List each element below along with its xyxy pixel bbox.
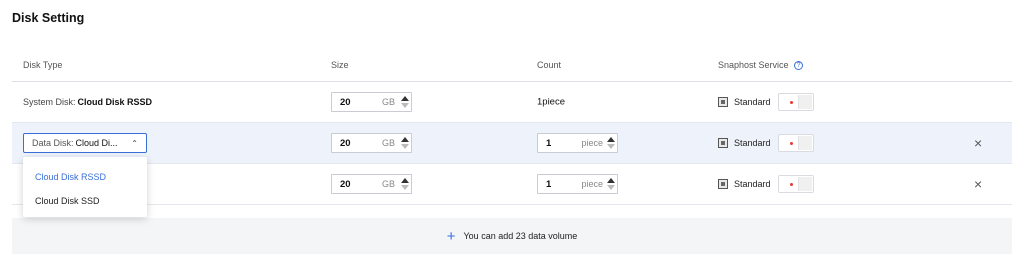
count-unit: piece	[581, 179, 603, 189]
toggle-dot	[789, 183, 793, 186]
increment-icon[interactable]	[607, 178, 615, 183]
size-cell: 20 GB	[331, 133, 412, 153]
snapshot-icon	[718, 179, 728, 189]
table-row: 20 GB 1 piece Standard ×	[12, 164, 1012, 205]
plus-icon: +	[446, 227, 456, 245]
dropdown-option-cloud-disk-rssd[interactable]: Cloud Disk RSSD	[23, 165, 147, 189]
snapshot-label: Standard	[734, 179, 771, 189]
table-row: Data Disk: Cloud Di... ⌃ 20 GB 1 piece St…	[12, 123, 1012, 164]
table-row: System Disk: Cloud Disk RSSD 20 GB 1piece…	[12, 82, 1012, 123]
snapshot-cell: Standard	[718, 134, 814, 152]
column-header-disk-type: Disk Type	[23, 60, 63, 70]
size-value[interactable]: 20	[332, 179, 354, 190]
data-disk-prefix: Data Disk:	[32, 138, 74, 148]
snapshot-toggle[interactable]	[777, 175, 814, 193]
system-disk-type-value: Cloud Disk RSSD	[77, 97, 153, 107]
decrement-icon[interactable]	[607, 144, 615, 149]
disk-type-cell: Data Disk: Cloud Di... ⌃	[23, 133, 147, 153]
add-data-volume-button[interactable]: + You can add 23 data volume	[12, 218, 1012, 254]
dropdown-option-cloud-disk-ssd[interactable]: Cloud Disk SSD	[23, 189, 147, 213]
snapshot-label: Standard	[734, 138, 771, 148]
column-header-snapshot: Snaphost Service ?	[718, 60, 804, 71]
size-stepper[interactable]: 20 GB	[331, 174, 412, 194]
system-disk-type: System Disk: Cloud Disk RSSD	[23, 97, 152, 107]
toggle-dot	[789, 101, 793, 104]
close-icon[interactable]: ×	[974, 177, 982, 191]
close-icon[interactable]: ×	[974, 136, 982, 150]
column-header-size: Size	[331, 60, 349, 70]
size-unit: GB	[381, 97, 395, 107]
disk-type-dropdown: Cloud Disk RSSD Cloud Disk SSD	[23, 157, 147, 217]
count-cell: 1 piece	[537, 133, 618, 153]
count-text: 1piece	[537, 96, 565, 108]
disk-type-select-value: Cloud Di...	[75, 138, 118, 148]
decrement-icon[interactable]	[401, 103, 409, 108]
increment-icon[interactable]	[401, 178, 409, 183]
question-circle-icon[interactable]: ?	[794, 61, 804, 71]
toggle-knob[interactable]	[797, 95, 812, 109]
increment-icon[interactable]	[607, 137, 615, 142]
size-cell: 20 GB	[331, 92, 412, 112]
toggle-knob[interactable]	[797, 177, 812, 191]
decrement-icon[interactable]	[607, 185, 615, 190]
count-cell: 1 piece	[537, 174, 618, 194]
add-data-volume-label: You can add 23 data volume	[463, 231, 578, 241]
size-unit: GB	[381, 138, 395, 148]
size-unit: GB	[381, 179, 395, 189]
count-value[interactable]: 1	[538, 138, 556, 149]
increment-icon[interactable]	[401, 96, 409, 101]
toggle-dot	[789, 142, 793, 145]
column-header-snapshot-label: Snaphost Service	[718, 60, 789, 70]
count-spinner[interactable]	[605, 175, 617, 193]
snapshot-icon	[718, 97, 728, 107]
size-stepper[interactable]: 20 GB	[331, 133, 412, 153]
toggle-knob[interactable]	[797, 136, 812, 150]
disk-type-select-text: Data Disk: Cloud Di...	[32, 138, 118, 148]
decrement-icon[interactable]	[401, 185, 409, 190]
size-spinner[interactable]	[399, 134, 411, 152]
snapshot-toggle[interactable]	[777, 93, 814, 111]
snapshot-cell: Standard	[718, 175, 814, 193]
size-value[interactable]: 20	[332, 97, 354, 108]
size-spinner[interactable]	[399, 93, 411, 111]
increment-icon[interactable]	[401, 137, 409, 142]
size-stepper[interactable]: 20 GB	[331, 92, 412, 112]
chevron-up-icon[interactable]: ⌃	[131, 139, 138, 148]
snapshot-toggle[interactable]	[777, 134, 814, 152]
snapshot-cell: Standard	[718, 93, 814, 111]
decrement-icon[interactable]	[401, 144, 409, 149]
system-disk-prefix: System Disk:	[23, 97, 76, 107]
disk-type-select[interactable]: Data Disk: Cloud Di... ⌃	[23, 133, 147, 153]
count-value[interactable]: 1	[538, 179, 556, 190]
size-spinner[interactable]	[399, 175, 411, 193]
count-stepper[interactable]: 1 piece	[537, 133, 618, 153]
count-stepper[interactable]: 1 piece	[537, 174, 618, 194]
snapshot-icon	[718, 138, 728, 148]
column-header-count: Count	[537, 60, 562, 70]
section-title: Disk Setting	[12, 11, 85, 25]
count-unit: piece	[581, 138, 603, 148]
size-value[interactable]: 20	[332, 138, 354, 149]
snapshot-label: Standard	[734, 97, 771, 107]
size-cell: 20 GB	[331, 174, 412, 194]
table-header: Disk Type Size Count Snaphost Service ?	[12, 50, 1012, 82]
count-spinner[interactable]	[605, 134, 617, 152]
